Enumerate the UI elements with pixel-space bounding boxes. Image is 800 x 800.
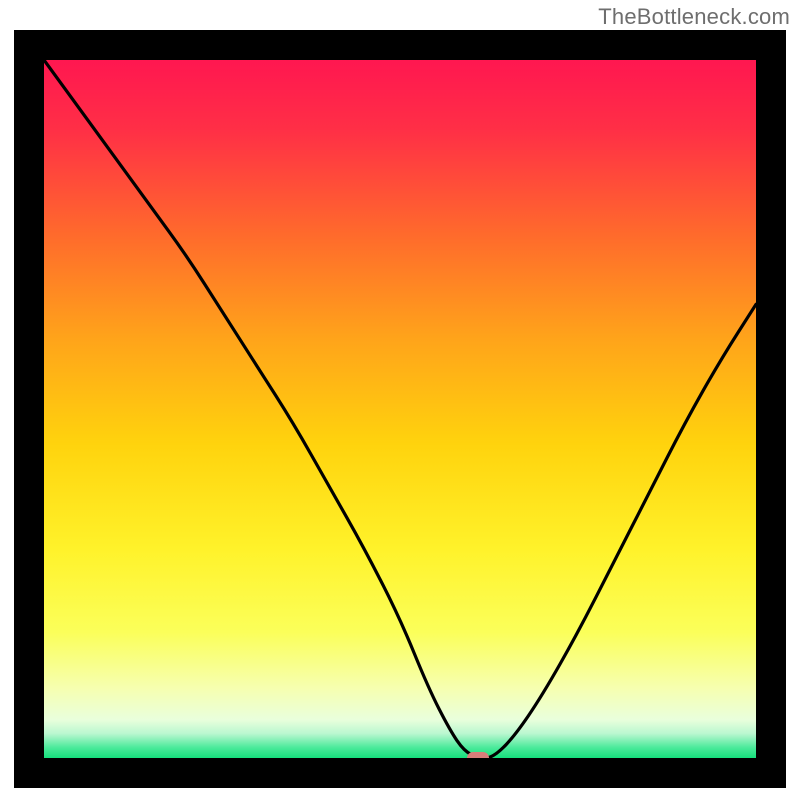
watermark-text: TheBottleneck.com xyxy=(598,4,790,30)
curve-layer xyxy=(44,60,756,758)
bottleneck-curve-line xyxy=(44,60,756,758)
plot-area xyxy=(44,60,756,758)
optimal-point-marker xyxy=(467,752,489,758)
chart-container: TheBottleneck.com xyxy=(0,0,800,800)
